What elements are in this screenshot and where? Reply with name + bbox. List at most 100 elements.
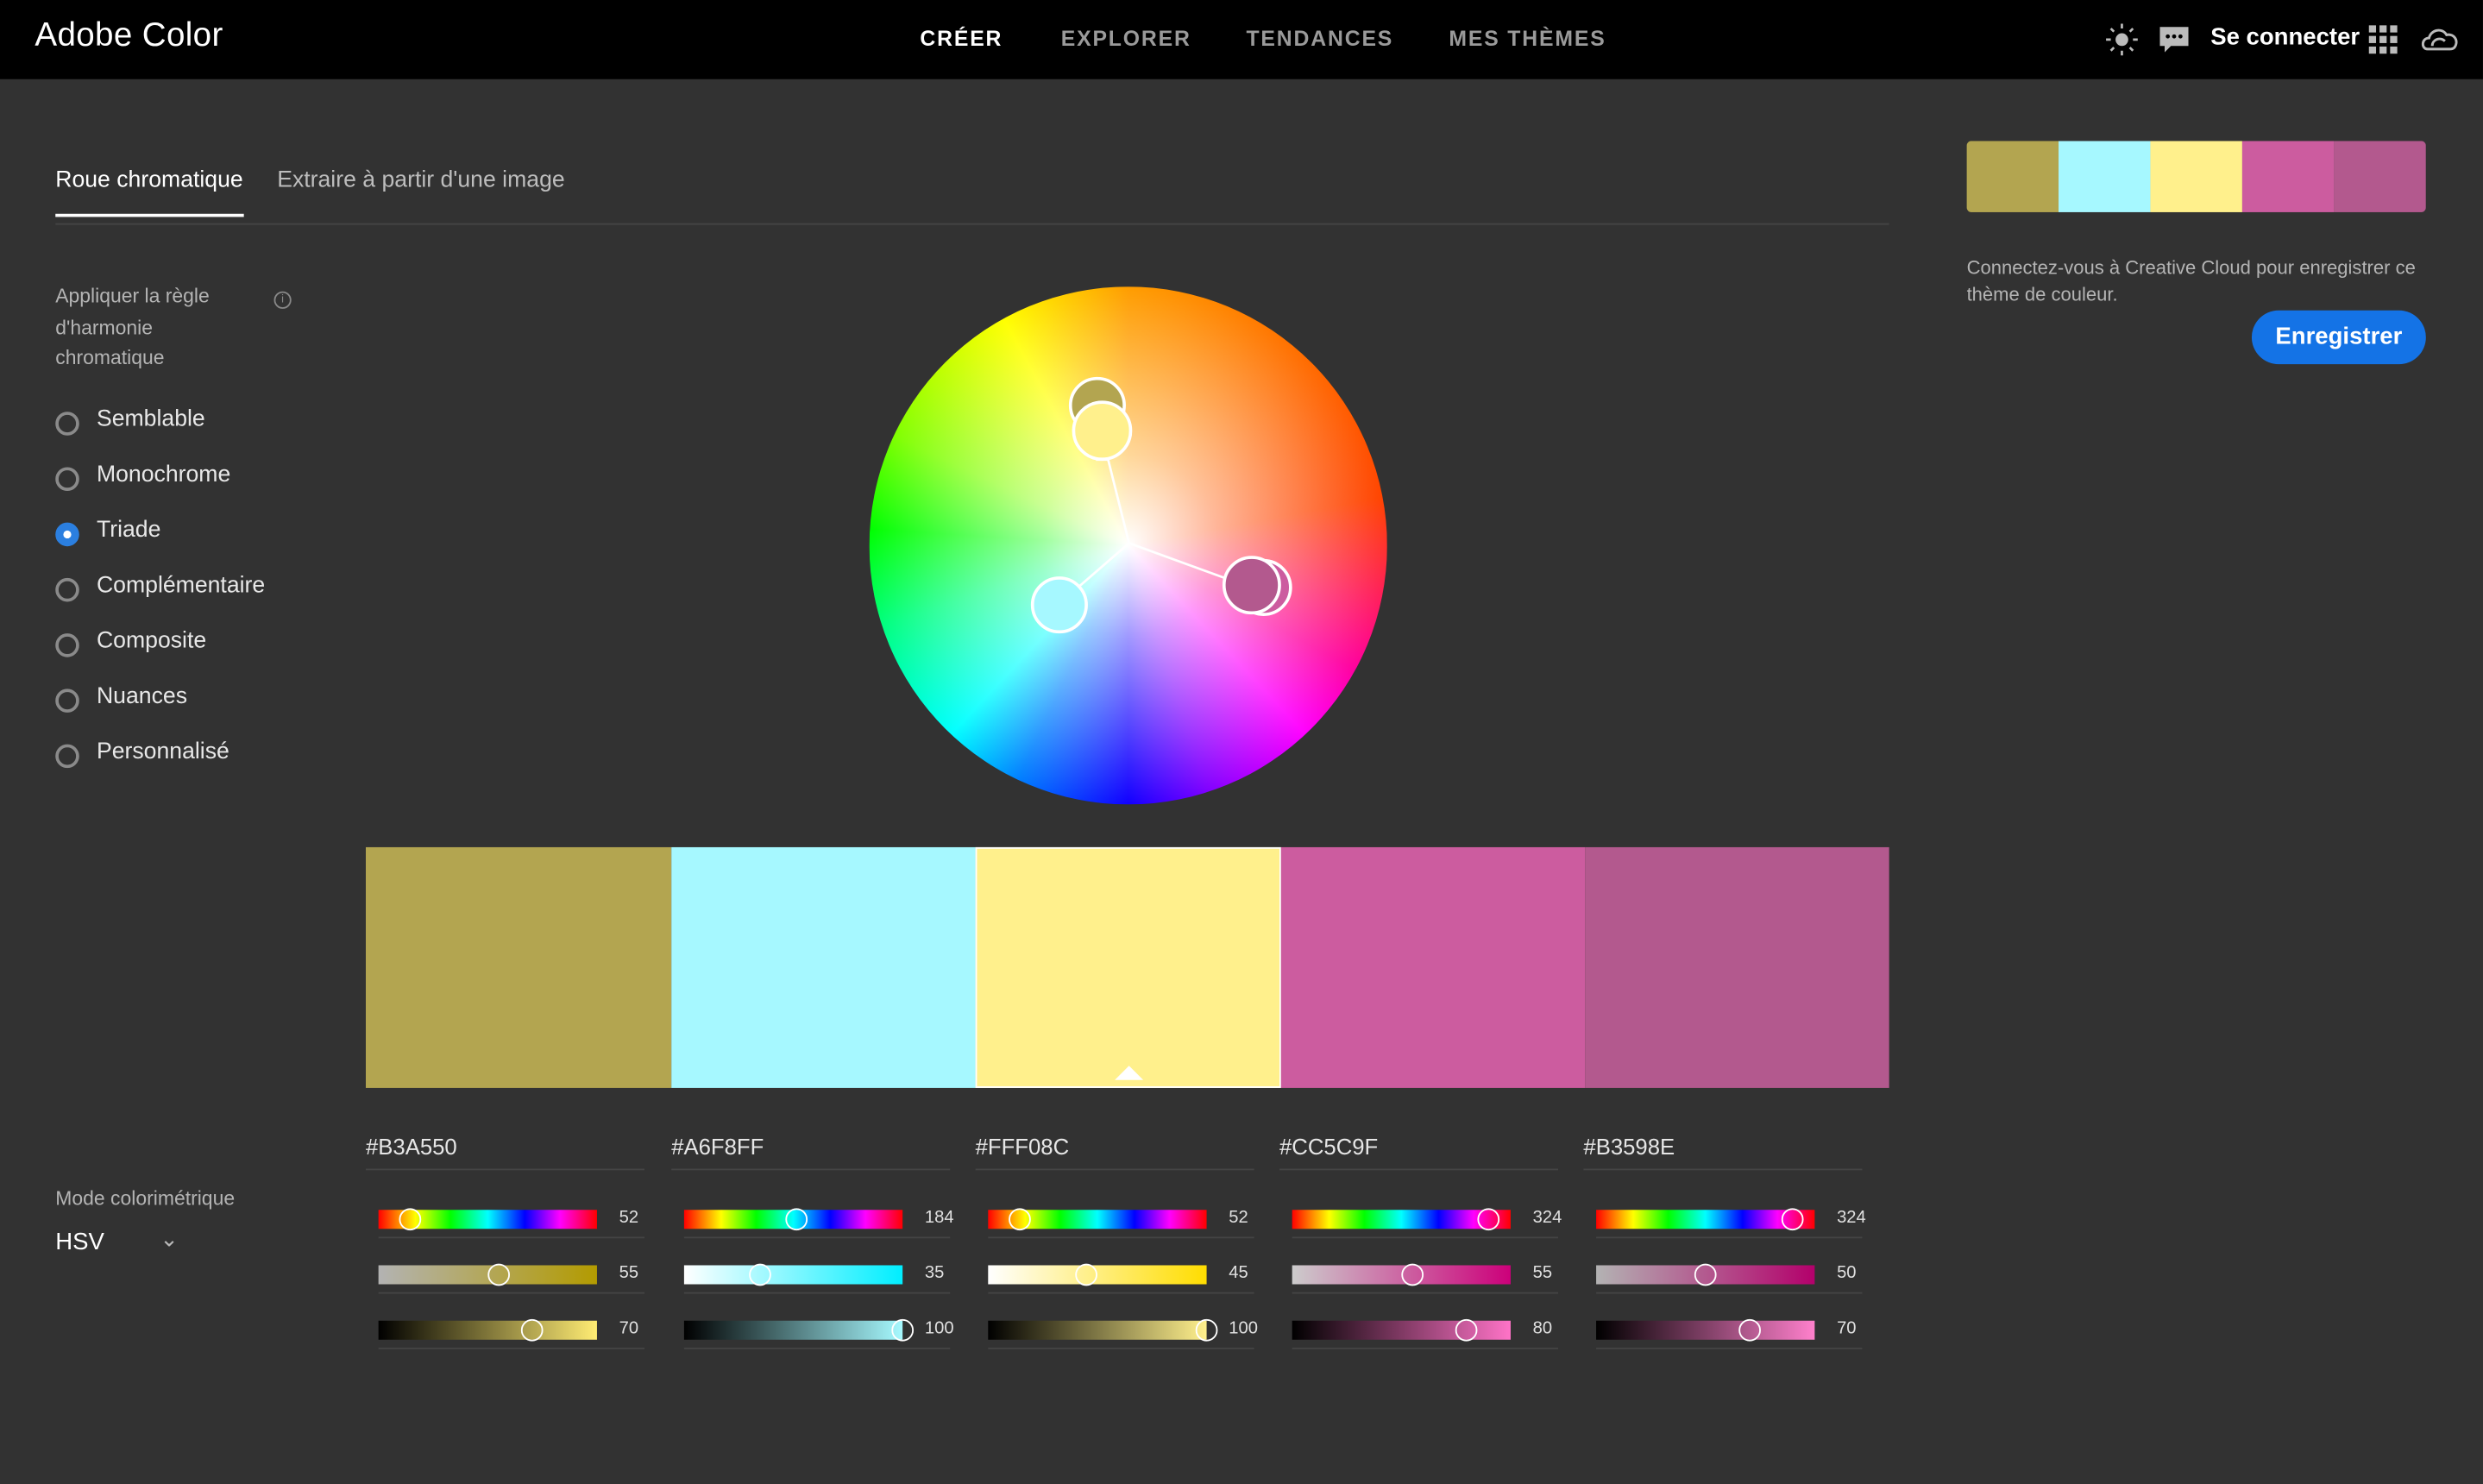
value-slider[interactable]	[378, 1318, 597, 1342]
value-slider-row: 100	[683, 1316, 954, 1342]
hue-slider-thumb[interactable]	[1477, 1208, 1500, 1231]
theme-preview-swatch	[2059, 141, 2151, 212]
tab-color-wheel[interactable]: Roue chromatique	[55, 168, 243, 217]
selected-swatch-marker	[1114, 1066, 1143, 1080]
saturation-slider[interactable]	[1596, 1263, 1815, 1286]
saturation-slider-thumb[interactable]	[487, 1263, 510, 1286]
app-logo[interactable]: Adobe Color	[35, 17, 223, 55]
saturation-value: 45	[1229, 1263, 1248, 1283]
brightness-icon[interactable]	[2104, 22, 2139, 57]
value-value: 70	[1837, 1318, 1857, 1338]
hue-slider[interactable]	[988, 1208, 1207, 1231]
value-slider[interactable]	[988, 1318, 1218, 1342]
radio-checked-icon[interactable]	[55, 522, 79, 547]
radio-icon[interactable]	[55, 412, 79, 436]
hex-input[interactable]: #B3A550	[365, 1134, 645, 1171]
value-slider-row: 70	[1596, 1316, 1862, 1342]
radio-icon[interactable]	[55, 689, 79, 713]
slider-divider	[683, 1236, 951, 1239]
value-slider-row: 100	[988, 1316, 1258, 1342]
save-message: Connectez-vous à Creative Cloud pour enr…	[1966, 256, 2416, 306]
nav-creer[interactable]: CRÉER	[920, 27, 1003, 51]
value-slider[interactable]	[1292, 1318, 1511, 1342]
tab-extract-image[interactable]: Extraire à partir d'une image	[277, 168, 564, 193]
saturation-slider-thumb[interactable]	[1401, 1263, 1424, 1286]
wheel-handle-color-3[interactable]	[1072, 400, 1133, 462]
wheel-connector-lines	[1057, 429, 1252, 607]
theme-preview	[1966, 141, 2426, 212]
hue-slider[interactable]	[1292, 1208, 1511, 1231]
swatch-4[interactable]	[1280, 846, 1586, 1088]
swatch-2[interactable]	[671, 846, 976, 1088]
hue-slider-row: 184	[683, 1205, 954, 1231]
hue-slider-thumb[interactable]	[1782, 1208, 1804, 1231]
hue-slider-thumb[interactable]	[399, 1208, 422, 1231]
value-value: 80	[1532, 1318, 1553, 1338]
hue-slider[interactable]	[1596, 1208, 1815, 1231]
wheel-handle-color-2[interactable]	[1030, 576, 1088, 634]
chat-icon[interactable]	[2157, 22, 2191, 57]
swatch-3[interactable]	[975, 846, 1281, 1088]
hue-slider-row: 52	[988, 1205, 1254, 1231]
saturation-slider-thumb[interactable]	[1694, 1263, 1717, 1286]
swatch-1[interactable]	[365, 846, 672, 1088]
saturation-slider-thumb[interactable]	[1075, 1263, 1098, 1286]
hex-input[interactable]: #A6F8FF	[671, 1134, 951, 1171]
color-editor-5: #B3598E 324 50 70	[1583, 1134, 1866, 1349]
color-mode-select[interactable]: HSV ⌄	[55, 1225, 182, 1263]
hue-slider[interactable]	[378, 1208, 597, 1231]
nav-explorer[interactable]: EXPLORER	[1061, 27, 1191, 51]
value-slider-thumb[interactable]	[1738, 1318, 1761, 1342]
creative-cloud-icon[interactable]	[2419, 22, 2461, 57]
radio-icon[interactable]	[55, 577, 79, 602]
hex-input[interactable]: #CC5C9F	[1279, 1134, 1559, 1171]
hue-slider-thumb[interactable]	[1009, 1208, 1031, 1231]
mode-tabs: Roue chromatique Extraire à partir d'une…	[55, 159, 1889, 225]
color-swatches	[365, 846, 1889, 1088]
slider-divider	[378, 1292, 645, 1294]
saturation-slider[interactable]	[683, 1263, 903, 1286]
hue-value: 324	[1837, 1208, 1866, 1228]
value-slider-thumb[interactable]	[891, 1318, 915, 1342]
saturation-value: 55	[619, 1263, 639, 1283]
slider-divider	[988, 1236, 1254, 1239]
hue-slider-row: 52	[378, 1205, 644, 1231]
slider-divider	[378, 1347, 645, 1349]
nav-mes-themes[interactable]: MES THÈMES	[1449, 27, 1606, 51]
value-slider-thumb[interactable]	[1455, 1318, 1479, 1342]
saturation-slider-thumb[interactable]	[749, 1263, 772, 1286]
wheel-handle-color-5[interactable]	[1222, 556, 1281, 615]
value-slider-thumb[interactable]	[520, 1318, 543, 1342]
radio-label: Composite	[96, 628, 207, 655]
slider-divider	[1596, 1236, 1863, 1239]
nav-tendances[interactable]: TENDANCES	[1246, 27, 1393, 51]
hex-input[interactable]: #B3598E	[1583, 1134, 1863, 1171]
theme-preview-swatch	[2150, 141, 2242, 212]
radio-icon[interactable]	[55, 467, 79, 491]
theme-preview-swatch	[1966, 141, 2059, 212]
value-slider[interactable]	[1596, 1318, 1815, 1342]
swatch-5[interactable]	[1585, 846, 1889, 1088]
signin-link[interactable]: Se connecter	[2210, 24, 2360, 51]
radio-label: Nuances	[96, 683, 188, 710]
hue-slider-thumb[interactable]	[784, 1208, 808, 1231]
radio-icon[interactable]	[55, 633, 79, 657]
saturation-slider[interactable]	[988, 1263, 1207, 1286]
hex-input[interactable]: #FFF08C	[975, 1134, 1254, 1171]
value-slider[interactable]	[683, 1318, 915, 1342]
hue-slider[interactable]	[683, 1208, 903, 1231]
save-button[interactable]: Enregistrer	[2251, 310, 2426, 365]
theme-preview-swatch	[2334, 141, 2426, 212]
slider-divider	[1292, 1347, 1559, 1349]
radio-icon[interactable]	[55, 744, 79, 769]
info-icon[interactable]: i	[273, 291, 292, 309]
value-slider-thumb[interactable]	[1195, 1318, 1218, 1342]
saturation-slider[interactable]	[378, 1263, 597, 1286]
saturation-slider-row: 55	[378, 1261, 644, 1286]
slider-divider	[378, 1236, 645, 1239]
chevron-down-icon: ⌄	[160, 1225, 179, 1251]
saturation-slider-row: 35	[683, 1261, 950, 1286]
apps-grid-icon[interactable]	[2366, 22, 2400, 57]
radio-label: Triade	[96, 518, 161, 544]
saturation-slider[interactable]	[1292, 1263, 1511, 1286]
